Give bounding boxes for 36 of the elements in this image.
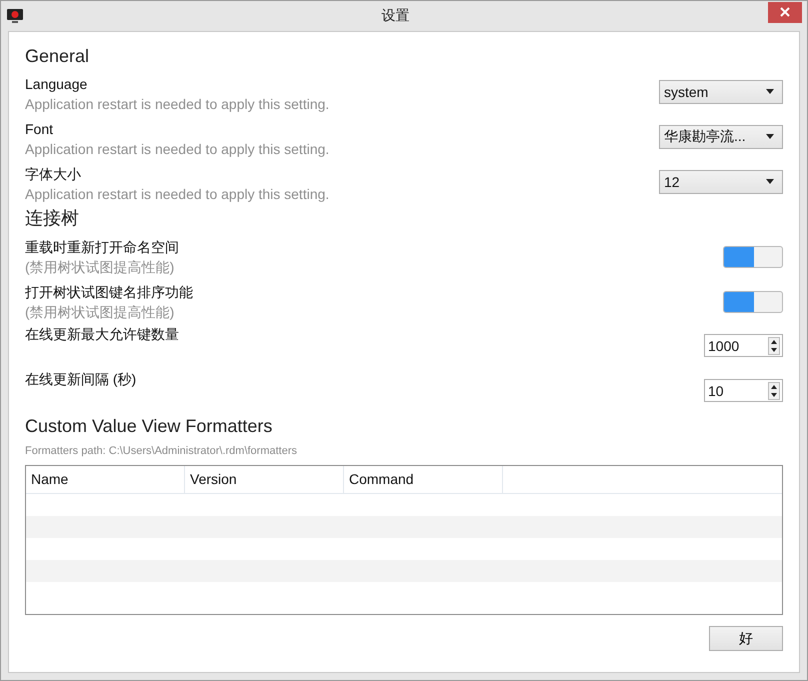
formatters-path: Formatters path: C:\Users\Administrator\.rdm\formatters [25, 445, 298, 457]
toggle-switch[interactable] [723, 246, 783, 268]
app-icon [7, 9, 23, 23]
window-title: 设置 [380, 7, 410, 25]
dropdown[interactable]: system [659, 80, 783, 104]
dropdown[interactable]: 12 [659, 170, 783, 194]
column-header[interactable]: Command [344, 466, 503, 493]
caret-icon [766, 89, 774, 94]
number-spinner[interactable]: 10 [704, 379, 783, 402]
section-heading: Custom Value View Formatters [25, 416, 274, 437]
setting-hint: Application restart is needed to apply this setting. [25, 184, 330, 204]
spin-arrows-icon [768, 382, 780, 400]
setting-label: 打开树状试图键名排序功能 [25, 282, 193, 302]
ok-button[interactable]: 好 [709, 626, 783, 651]
caret-icon [766, 179, 774, 184]
setting-label: Language [25, 74, 88, 94]
setting-hint: Application restart is needed to apply this setting. [25, 94, 330, 114]
close-icon [780, 7, 790, 17]
column-header[interactable]: Version [185, 466, 344, 493]
setting-label: 在线更新最大允许键数量 [25, 325, 179, 344]
setting-label: 字体大小 [25, 164, 82, 184]
dropdown[interactable]: 华康勘亭流... [659, 124, 783, 148]
close-button[interactable] [768, 2, 802, 22]
setting-hint: (禁用树状试图提高性能) [25, 302, 176, 322]
section-heading: 连接树 [25, 207, 80, 230]
section-heading: General [25, 46, 90, 67]
setting-label: Font [25, 120, 54, 138]
setting-label: 重载时重新打开命名空间 [25, 238, 179, 256]
spin-arrows-icon [768, 336, 780, 354]
setting-label: 在线更新间隔 (秒) [25, 370, 136, 389]
caret-icon [766, 134, 774, 139]
setting-hint: (禁用树状试图提高性能) [25, 258, 176, 276]
column-header[interactable]: Name [26, 466, 185, 493]
setting-hint: Application restart is needed to apply this setting. [25, 140, 330, 158]
toggle-switch[interactable] [723, 290, 783, 312]
number-spinner[interactable]: 1000 [704, 334, 783, 357]
